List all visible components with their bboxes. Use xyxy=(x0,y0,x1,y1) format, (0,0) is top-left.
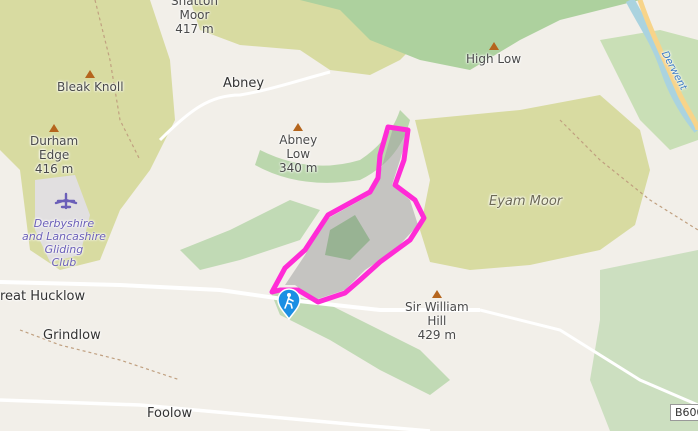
road-ref: B600 xyxy=(675,406,698,419)
peak-triangle-icon xyxy=(488,42,499,50)
peak-name: Bleak Knoll xyxy=(57,80,124,94)
peak-elevation: 429 m xyxy=(417,328,457,342)
place-grindlow: Grindlow xyxy=(43,329,101,343)
peak-name: Sir William Hill xyxy=(405,300,469,328)
peak-triangle-icon xyxy=(431,290,442,298)
peak-elevation: 416 m xyxy=(34,162,74,176)
peak-bleak-knoll: Bleak Knoll xyxy=(57,70,124,94)
airfield-name: Derbyshire and Lancashire Gliding Club xyxy=(22,217,106,269)
map-view[interactable]: Shatton Moor 417 m Bleak Knoll High Low … xyxy=(0,0,698,431)
place-great-hucklow: reat Hucklow xyxy=(0,290,85,304)
peak-triangle-icon xyxy=(293,123,304,131)
area-name: Eyam Moor xyxy=(489,194,563,209)
peak-sir-william-hill: Sir William Hill 429 m xyxy=(405,290,469,342)
peak-triangle-icon xyxy=(85,70,96,78)
place-name: Grindlow xyxy=(43,328,101,343)
place-abney: Abney xyxy=(223,77,264,91)
peak-name: Durham Edge xyxy=(30,134,79,162)
area-eyam-moor: Eyam Moor xyxy=(489,195,562,209)
peak-shatton-moor: Shatton Moor 417 m xyxy=(171,0,218,36)
peak-elevation: 417 m xyxy=(175,22,214,36)
road-ref-shield: B600 xyxy=(670,404,698,421)
road-foolow xyxy=(0,398,431,431)
peak-durham-edge: Durham Edge 416 m xyxy=(30,124,78,176)
peak-elevation: 340 m xyxy=(279,161,318,175)
place-name: Foolow xyxy=(147,406,193,421)
peak-abney-low: Abney Low 340 m xyxy=(279,123,317,175)
peak-name: High Low xyxy=(466,52,522,66)
airfield-label: Derbyshire and Lancashire Gliding Club xyxy=(22,217,106,269)
place-name: reat Hucklow xyxy=(0,289,86,304)
peak-high-low: High Low xyxy=(466,42,521,66)
peak-triangle-icon xyxy=(49,124,60,132)
moorland-eyam-moor xyxy=(415,95,650,270)
place-name: Abney xyxy=(223,76,265,91)
place-foolow: Foolow xyxy=(147,407,192,421)
peak-name: Abney Low xyxy=(279,133,318,161)
woodland-ridge xyxy=(180,200,320,270)
map-base-layer xyxy=(0,0,698,431)
peak-name: Shatton Moor xyxy=(171,0,218,22)
